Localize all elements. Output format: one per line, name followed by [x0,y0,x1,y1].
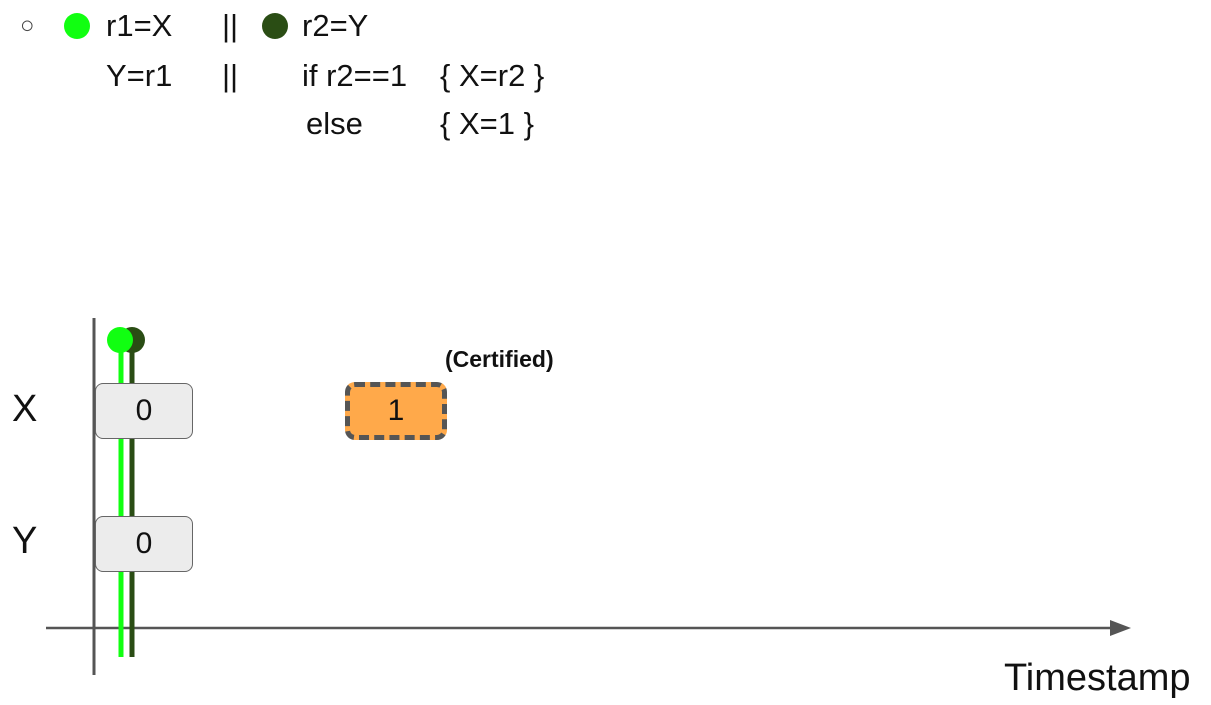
row-label-x: X [12,388,38,430]
x-axis-arrowhead [1110,620,1131,636]
x-initial-value-cell[interactable]: 0 [95,383,193,439]
thread1-position-marker [107,327,133,353]
timeline-canvas [46,318,1131,675]
row-label-y: Y [12,520,38,562]
certified-annotation: (Certified) [445,346,554,372]
y-initial-value-cell[interactable]: 0 [95,516,193,572]
x-certified-write-cell[interactable]: 1 [345,382,447,440]
x-axis-label: Timestamp [1004,657,1191,699]
